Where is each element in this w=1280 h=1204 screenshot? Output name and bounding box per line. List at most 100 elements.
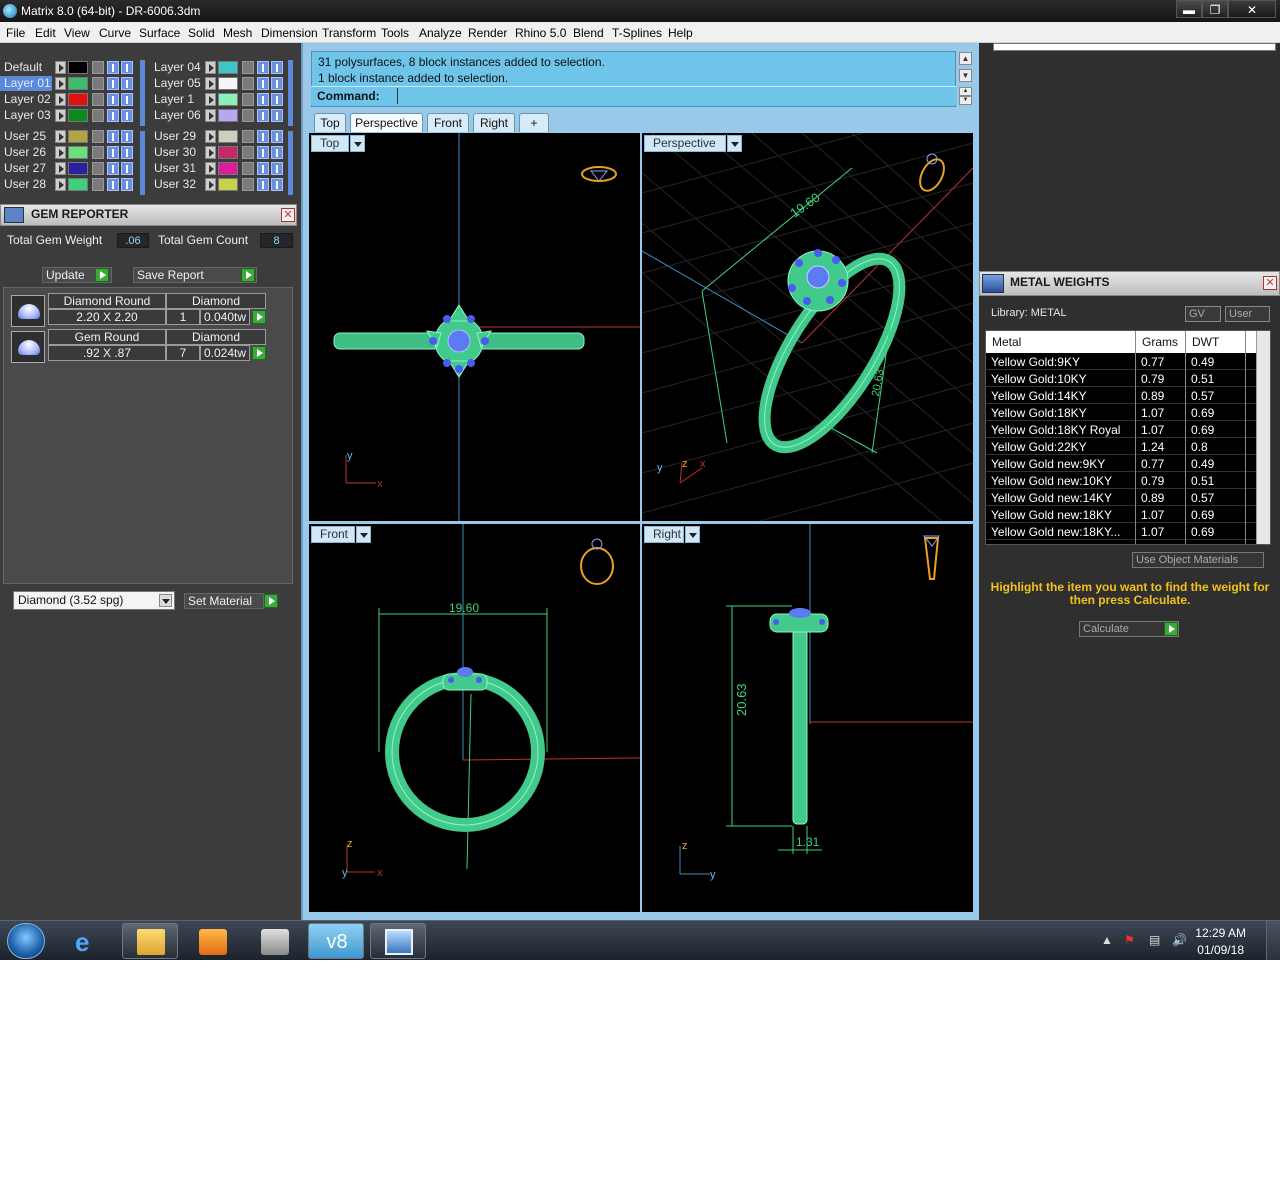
viewport-top[interactable]: y x Top xyxy=(309,133,640,521)
layer-name[interactable]: User 27 xyxy=(0,161,52,176)
internet-explorer-icon[interactable]: e xyxy=(60,923,116,959)
show-desktop-button[interactable] xyxy=(1266,921,1280,960)
layer-name[interactable]: User 25 xyxy=(0,129,52,144)
table-row[interactable]: Yellow Gold new:10KY 0.79 0.51 xyxy=(986,472,1256,489)
layer-color-swatch[interactable] xyxy=(68,130,88,143)
gem-reporter-close-icon[interactable]: ✕ xyxy=(281,208,295,222)
layer-name[interactable]: User 30 xyxy=(150,145,202,160)
tab-top[interactable]: Top xyxy=(314,113,346,132)
lock-icon[interactable] xyxy=(242,146,254,159)
lock-icon[interactable] xyxy=(242,109,254,122)
visibility-icon[interactable] xyxy=(107,146,119,159)
lock-icon[interactable] xyxy=(92,146,104,159)
viewport-right-label[interactable]: Right xyxy=(644,526,700,543)
menu-transform[interactable]: Transform xyxy=(322,26,376,40)
layer-name[interactable]: User 26 xyxy=(0,145,52,160)
set-material-button[interactable]: Set Material xyxy=(184,593,264,609)
layer-row[interactable]: Layer 02 xyxy=(0,92,140,107)
menu-rhino[interactable]: Rhino 5.0 xyxy=(515,26,566,40)
command-input[interactable] xyxy=(397,88,957,104)
lock-icon[interactable] xyxy=(92,77,104,90)
close-button[interactable]: ✕ xyxy=(1228,0,1276,18)
lock-icon[interactable] xyxy=(242,130,254,143)
layer-name[interactable]: User 28 xyxy=(0,177,52,192)
expand-arrow-icon[interactable] xyxy=(55,109,66,122)
user-toggle[interactable]: User xyxy=(1225,306,1270,322)
layer-name[interactable]: User 31 xyxy=(150,161,202,176)
visibility-icon[interactable] xyxy=(107,162,119,175)
layer-row[interactable]: Layer 06 xyxy=(150,108,290,123)
expand-arrow-icon[interactable] xyxy=(55,61,66,74)
menu-tools[interactable]: Tools xyxy=(381,26,409,40)
material-select[interactable]: Diamond (3.52 spg) xyxy=(13,591,175,610)
layer-color-swatch[interactable] xyxy=(68,77,88,90)
visibility-icon[interactable] xyxy=(107,178,119,191)
chevron-down-icon[interactable] xyxy=(356,526,371,543)
save-report-go-icon[interactable] xyxy=(241,268,255,282)
expand-arrow-icon[interactable] xyxy=(205,109,216,122)
expand-arrow-icon[interactable] xyxy=(205,162,216,175)
file-explorer-icon[interactable] xyxy=(122,923,178,959)
tab-front[interactable]: Front xyxy=(427,113,469,132)
expand-arrow-icon[interactable] xyxy=(55,93,66,106)
layer-color-swatch[interactable] xyxy=(218,130,238,143)
render-toggle-icon[interactable] xyxy=(271,109,283,122)
visibility-icon[interactable] xyxy=(107,77,119,90)
layer-color-swatch[interactable] xyxy=(68,61,88,74)
table-row[interactable]: Yellow Gold:22KY 1.24 0.8 xyxy=(986,438,1256,455)
layer-name[interactable]: Layer 01 xyxy=(0,76,52,91)
rhino-icon[interactable] xyxy=(246,923,302,959)
layer-color-swatch[interactable] xyxy=(218,109,238,122)
layer-color-swatch[interactable] xyxy=(68,178,88,191)
update-go-icon[interactable] xyxy=(95,268,109,282)
render-toggle-icon[interactable] xyxy=(271,61,283,74)
scroll-down-icon[interactable]: ▼ xyxy=(959,69,972,82)
lock-icon[interactable] xyxy=(92,93,104,106)
render-toggle-icon[interactable] xyxy=(121,178,133,191)
visibility-icon[interactable] xyxy=(107,61,119,74)
visibility-icon[interactable] xyxy=(257,162,269,175)
image-viewer-icon[interactable] xyxy=(370,923,426,959)
expand-arrow-icon[interactable] xyxy=(55,146,66,159)
table-row[interactable]: Yellow Gold:18KY Royal 1.07 0.69 xyxy=(986,421,1256,438)
layer-row[interactable]: User 32 xyxy=(150,177,290,192)
visibility-icon[interactable] xyxy=(107,93,119,106)
table-scrollbar[interactable] xyxy=(1256,331,1270,544)
render-toggle-icon[interactable] xyxy=(271,93,283,106)
lock-icon[interactable] xyxy=(242,93,254,106)
viewport-front-label[interactable]: Front xyxy=(311,526,371,543)
layer-color-swatch[interactable] xyxy=(218,162,238,175)
volume-icon[interactable]: 🔊 xyxy=(1172,933,1187,947)
visibility-icon[interactable] xyxy=(257,61,269,74)
viewport-right[interactable]: 20.63 1.31 z y Right xyxy=(642,524,973,912)
menu-analyze[interactable]: Analyze xyxy=(419,26,462,40)
metal-weights-close-icon[interactable]: ✕ xyxy=(1263,276,1277,290)
visibility-icon[interactable] xyxy=(257,146,269,159)
layer-name[interactable]: Layer 02 xyxy=(0,92,52,107)
layer-row[interactable]: Layer 01 xyxy=(0,76,140,91)
layer-row[interactable]: User 30 xyxy=(150,145,290,160)
chevron-down-icon[interactable] xyxy=(159,594,172,607)
layer-name[interactable]: Layer 03 xyxy=(0,108,52,123)
lock-icon[interactable] xyxy=(242,77,254,90)
table-row[interactable]: Yellow Gold:14KY 0.89 0.57 xyxy=(986,387,1256,404)
set-material-go-icon[interactable] xyxy=(264,594,278,608)
layer-name[interactable]: User 32 xyxy=(150,177,202,192)
layer-color-swatch[interactable] xyxy=(218,61,238,74)
table-row[interactable]: Yellow Gold:9KY 0.77 0.49 xyxy=(986,353,1256,370)
expand-arrow-icon[interactable] xyxy=(205,178,216,191)
lock-icon[interactable] xyxy=(92,162,104,175)
network-icon[interactable]: ▤ xyxy=(1149,933,1160,947)
render-toggle-icon[interactable] xyxy=(271,162,283,175)
render-toggle-icon[interactable] xyxy=(121,61,133,74)
render-toggle-icon[interactable] xyxy=(121,162,133,175)
layer-row[interactable]: User 31 xyxy=(150,161,290,176)
render-toggle-icon[interactable] xyxy=(271,178,283,191)
render-toggle-icon[interactable] xyxy=(121,109,133,122)
lock-icon[interactable] xyxy=(92,61,104,74)
render-toggle-icon[interactable] xyxy=(271,146,283,159)
table-row[interactable]: Yellow Gold new:9KY 0.77 0.49 xyxy=(986,455,1256,472)
layer-row[interactable]: User 27 xyxy=(0,161,140,176)
menu-mesh[interactable]: Mesh xyxy=(223,26,252,40)
menu-surface[interactable]: Surface xyxy=(139,26,180,40)
